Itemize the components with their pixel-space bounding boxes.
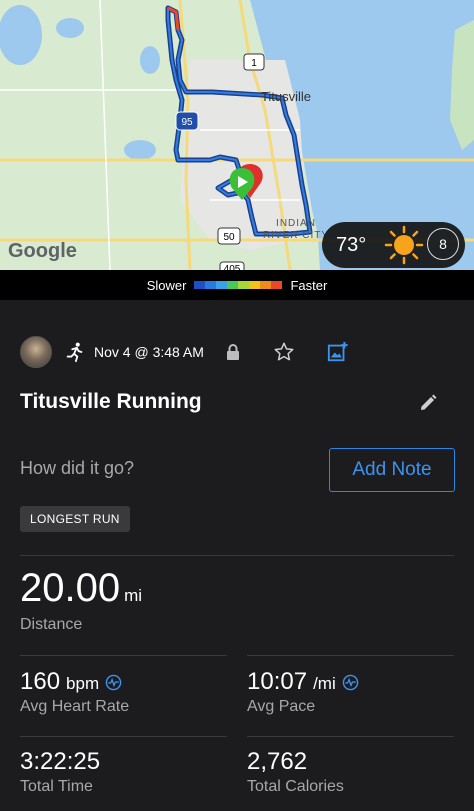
favorite-star-icon[interactable] (273, 341, 295, 363)
temperature: 73° (336, 233, 367, 256)
avatar[interactable] (20, 336, 52, 368)
city-label: Titusville (261, 89, 311, 104)
heart-rate-verified-icon[interactable] (105, 674, 122, 691)
divider (20, 736, 227, 737)
wind-speed: 8 (439, 236, 447, 252)
privacy-lock-icon[interactable] (222, 341, 244, 363)
pace-verified-icon[interactable] (342, 674, 359, 691)
add-note-button[interactable]: Add Note (329, 448, 455, 492)
route-50-shield: 50 (217, 227, 241, 245)
edit-pencil-icon[interactable] (418, 393, 438, 413)
distance-value: 20.00 mi (20, 566, 143, 610)
pace-color-swatch (227, 281, 239, 289)
activity-title: Titusville Running (20, 390, 202, 413)
indian-label: INDIAN (276, 218, 316, 229)
activity-date: Nov 4 @ 3:48 AM (94, 344, 204, 360)
divider (20, 655, 227, 656)
river-city-label: RIVER CITY (263, 230, 329, 241)
divider (247, 736, 454, 737)
route-95-shield: 95 (175, 111, 199, 131)
activity-meta-row: Nov 4 @ 3:48 AM (20, 336, 460, 368)
legend-faster: Faster (290, 277, 328, 293)
divider (20, 555, 454, 556)
pace-color-swatch (238, 281, 250, 289)
longest-run-badge: LONGEST RUN (20, 506, 130, 532)
pace-color-swatch (194, 281, 206, 289)
add-photo-icon[interactable] (327, 341, 349, 363)
pace-color-swatch (271, 281, 283, 289)
sun-icon (384, 225, 424, 265)
total-calories-label: Total Calories (247, 778, 344, 795)
pace-color-swatch (260, 281, 272, 289)
total-time-value: 3:22:25 (20, 748, 101, 775)
pace-color-scale (194, 281, 283, 289)
legend-slower: Slower (146, 277, 187, 293)
weather-widget: 73° 8 (322, 222, 465, 268)
wind-speed-icon: 8 (427, 228, 459, 260)
heart-rate-label: Avg Heart Rate (20, 698, 130, 715)
heart-rate-value: 160 bpm (20, 668, 122, 696)
distance-label: Distance (20, 616, 83, 633)
divider (247, 655, 454, 656)
running-icon (66, 342, 83, 363)
pace-value: 10:07/mi (247, 668, 359, 696)
total-calories-value: 2,762 (247, 748, 308, 775)
svg-text:50: 50 (223, 232, 235, 243)
total-time-label: Total Time (20, 778, 93, 795)
svg-text:95: 95 (181, 117, 193, 128)
pace-color-swatch (216, 281, 228, 289)
google-logo: Google (8, 240, 77, 262)
route-1-shield: 1 (243, 53, 265, 71)
how-did-it-go-prompt: How did it go? (20, 458, 135, 478)
route-405-shield: 405 (219, 261, 245, 270)
route-map[interactable]: 1 95 50 405 Titusville INDIAN RIVER CITY… (0, 0, 474, 270)
pace-color-swatch (249, 281, 261, 289)
svg-text:1: 1 (251, 58, 257, 69)
pace-label: Avg Pace (247, 698, 316, 715)
pace-color-swatch (205, 281, 217, 289)
pace-legend: Slower Faster (0, 270, 474, 300)
